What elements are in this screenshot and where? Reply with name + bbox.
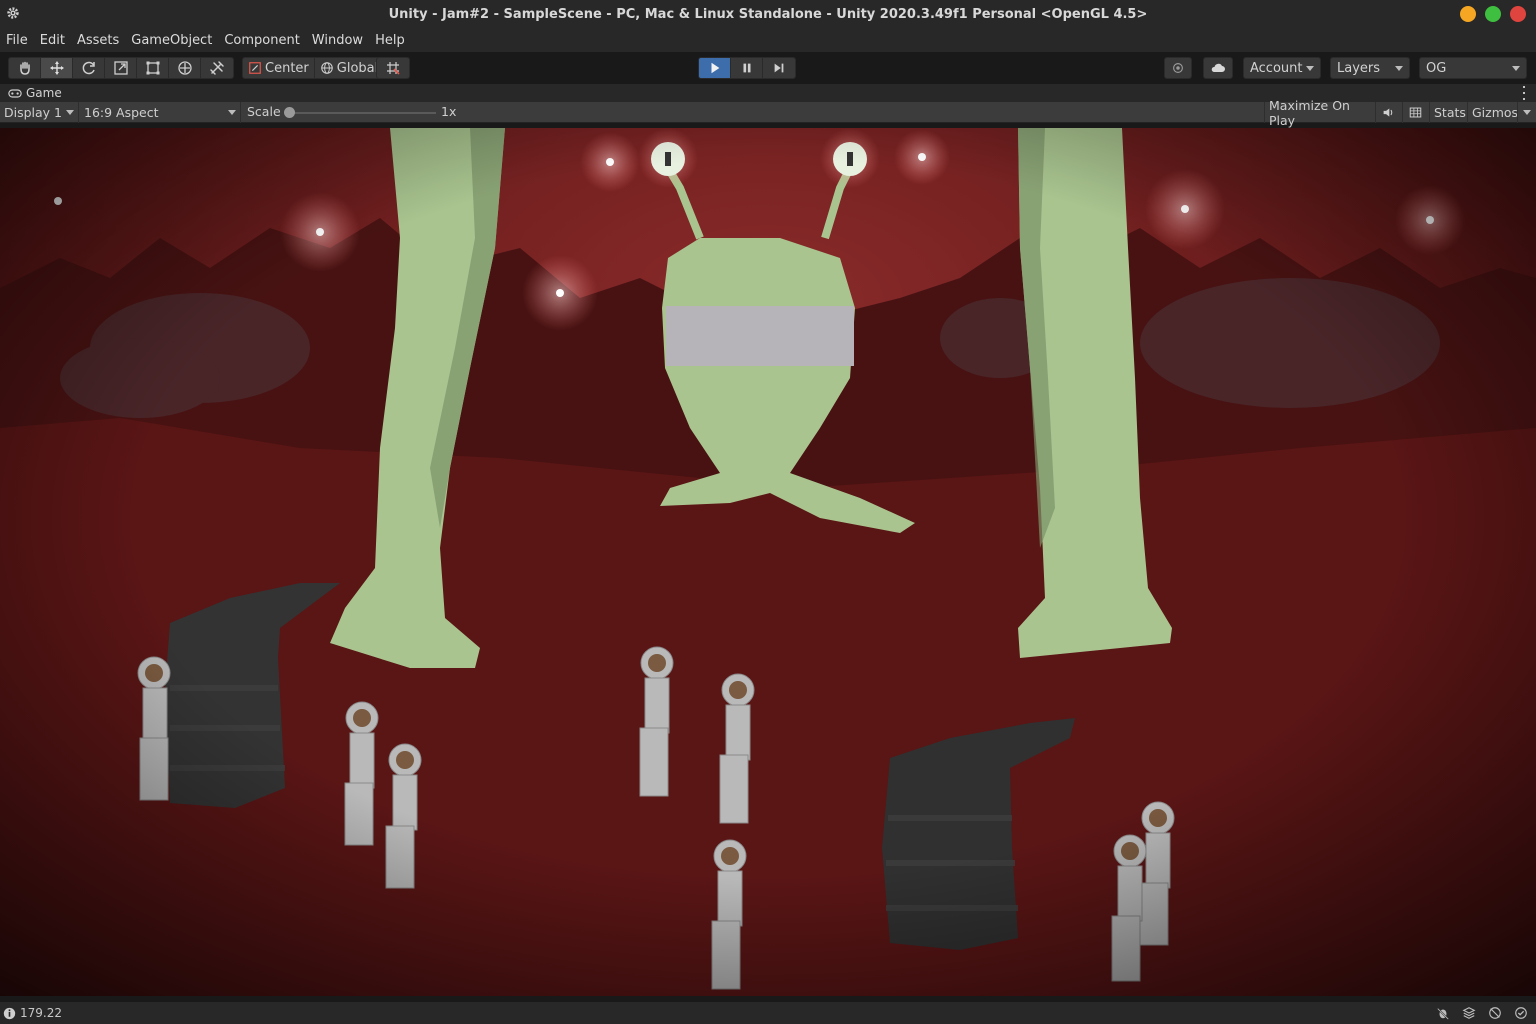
pause-button[interactable] bbox=[731, 58, 763, 78]
gamepad-icon bbox=[8, 88, 22, 98]
gizmos-caret-icon bbox=[1523, 110, 1531, 115]
gizmos-button[interactable]: Gizmos bbox=[1467, 102, 1519, 123]
menu-component[interactable]: Component bbox=[224, 33, 299, 48]
playback-controls bbox=[698, 57, 796, 79]
grid-panel-icon bbox=[1409, 107, 1422, 118]
transform-icon bbox=[177, 61, 192, 75]
grid-snap-button[interactable] bbox=[377, 58, 409, 78]
game-scene-render bbox=[0, 128, 1536, 996]
layout-caret-icon bbox=[1512, 66, 1520, 71]
custom-tool-icon bbox=[210, 61, 224, 75]
scale-slider-handle[interactable] bbox=[284, 107, 295, 118]
account-label: Account bbox=[1250, 60, 1303, 76]
aspect-dropdown[interactable]: 16:9 Aspect bbox=[80, 102, 241, 123]
status-icons bbox=[1436, 1006, 1528, 1020]
mute-audio-toggle[interactable] bbox=[1375, 102, 1401, 123]
pivot-rotation-toggle[interactable]: Global bbox=[315, 58, 383, 78]
close-button[interactable] bbox=[1510, 6, 1526, 22]
hand-icon bbox=[19, 61, 30, 75]
pause-icon bbox=[743, 63, 750, 73]
maximize-button[interactable] bbox=[1485, 6, 1501, 22]
collab-button[interactable] bbox=[1164, 57, 1192, 79]
transform-tools bbox=[8, 57, 234, 79]
check-circle-icon[interactable] bbox=[1514, 1006, 1528, 1020]
menu-gameobject[interactable]: GameObject bbox=[131, 33, 212, 48]
custom-tool-button[interactable] bbox=[201, 58, 233, 78]
scale-icon bbox=[113, 61, 128, 75]
display-dropdown[interactable]: Display 1 bbox=[0, 102, 79, 123]
layers-caret-icon bbox=[1395, 66, 1403, 71]
bug-icon[interactable] bbox=[1436, 1006, 1450, 1020]
layers-dropdown[interactable]: Layers bbox=[1330, 57, 1410, 79]
title-bar: Unity - Jam#2 - SampleScene - PC, Mac & … bbox=[0, 0, 1536, 28]
stats-label: Stats bbox=[1434, 105, 1466, 120]
pivot-mode-toggle[interactable]: Center bbox=[243, 58, 315, 78]
grid-snap-icon bbox=[387, 62, 400, 75]
step-button[interactable] bbox=[763, 58, 795, 78]
scale-value: 1x bbox=[441, 104, 457, 119]
transform-tool-button[interactable] bbox=[169, 58, 201, 78]
scale-label: Scale bbox=[247, 104, 281, 119]
game-viewport[interactable] bbox=[0, 128, 1536, 996]
display-caret-icon bbox=[66, 110, 74, 115]
globe-icon bbox=[320, 62, 333, 74]
rotate-icon bbox=[82, 61, 95, 75]
cloud-icon bbox=[1211, 63, 1225, 72]
game-view-toolbar: Display 1 16:9 Aspect Scale 1x Maximize … bbox=[0, 98, 1536, 128]
menu-assets[interactable]: Assets bbox=[77, 33, 119, 48]
scale-slider-track[interactable] bbox=[288, 112, 436, 114]
maximize-on-play-toggle[interactable]: Maximize On Play bbox=[1264, 98, 1374, 128]
move-tool-button[interactable] bbox=[41, 58, 73, 78]
tab-menu-icon[interactable] bbox=[1522, 86, 1526, 100]
stack-icon[interactable] bbox=[1462, 1006, 1476, 1020]
hand-tool-button[interactable] bbox=[9, 58, 41, 78]
menu-window[interactable]: Window bbox=[312, 33, 363, 48]
maximize-on-play-label: Maximize On Play bbox=[1269, 97, 1350, 128]
menu-bar: File Edit Assets GameObject Component Wi… bbox=[0, 28, 1536, 52]
pivot-toggles: Center Global bbox=[242, 57, 385, 79]
window-controls bbox=[1460, 6, 1526, 22]
pivot-center-icon bbox=[249, 62, 261, 74]
collab-icon bbox=[1173, 63, 1183, 73]
rect-tool-button[interactable] bbox=[137, 58, 169, 78]
gizmos-dropdown[interactable] bbox=[1517, 102, 1536, 123]
move-icon bbox=[49, 61, 64, 75]
fps-readout: 179.22 bbox=[20, 1006, 62, 1020]
status-bar: 179.22 bbox=[0, 1002, 1536, 1024]
info-icon bbox=[3, 1007, 16, 1019]
menu-file[interactable]: File bbox=[6, 33, 28, 48]
pivot-rotation-label: Global bbox=[336, 60, 379, 76]
stats-panel-toggle[interactable] bbox=[1402, 102, 1428, 123]
layers-label: Layers bbox=[1337, 60, 1381, 76]
snap-group bbox=[376, 57, 410, 79]
settings-gear-icon[interactable] bbox=[6, 6, 20, 20]
cloud-button[interactable] bbox=[1203, 57, 1233, 79]
main-toolbar: Center Global Account Layers OG bbox=[0, 52, 1536, 84]
account-caret-icon bbox=[1306, 66, 1314, 71]
display-label: Display 1 bbox=[4, 105, 63, 120]
play-icon bbox=[711, 62, 719, 74]
scale-tool-button[interactable] bbox=[105, 58, 137, 78]
minimize-button[interactable] bbox=[1460, 6, 1476, 22]
aspect-label: 16:9 Aspect bbox=[84, 105, 159, 120]
rotate-tool-button[interactable] bbox=[73, 58, 105, 78]
play-button[interactable] bbox=[699, 58, 731, 78]
step-icon bbox=[774, 63, 784, 73]
stats-button[interactable]: Stats bbox=[1429, 102, 1467, 123]
tab-game[interactable]: Game bbox=[0, 84, 62, 102]
pivot-mode-label: Center bbox=[265, 60, 309, 76]
menu-edit[interactable]: Edit bbox=[40, 33, 65, 48]
account-dropdown[interactable]: Account bbox=[1243, 57, 1321, 79]
window-title: Unity - Jam#2 - SampleScene - PC, Mac & … bbox=[388, 6, 1148, 22]
speaker-icon bbox=[1383, 108, 1393, 117]
layout-label: OG bbox=[1426, 60, 1447, 76]
aspect-caret-icon bbox=[228, 110, 236, 115]
status-message[interactable]: 179.22 bbox=[3, 1006, 62, 1020]
network-off-icon[interactable] bbox=[1488, 1006, 1502, 1020]
rect-icon bbox=[146, 61, 159, 75]
menu-help[interactable]: Help bbox=[375, 33, 405, 48]
gizmos-label: Gizmos bbox=[1472, 105, 1519, 120]
tab-game-label: Game bbox=[26, 86, 62, 100]
layout-dropdown[interactable]: OG bbox=[1419, 57, 1527, 79]
